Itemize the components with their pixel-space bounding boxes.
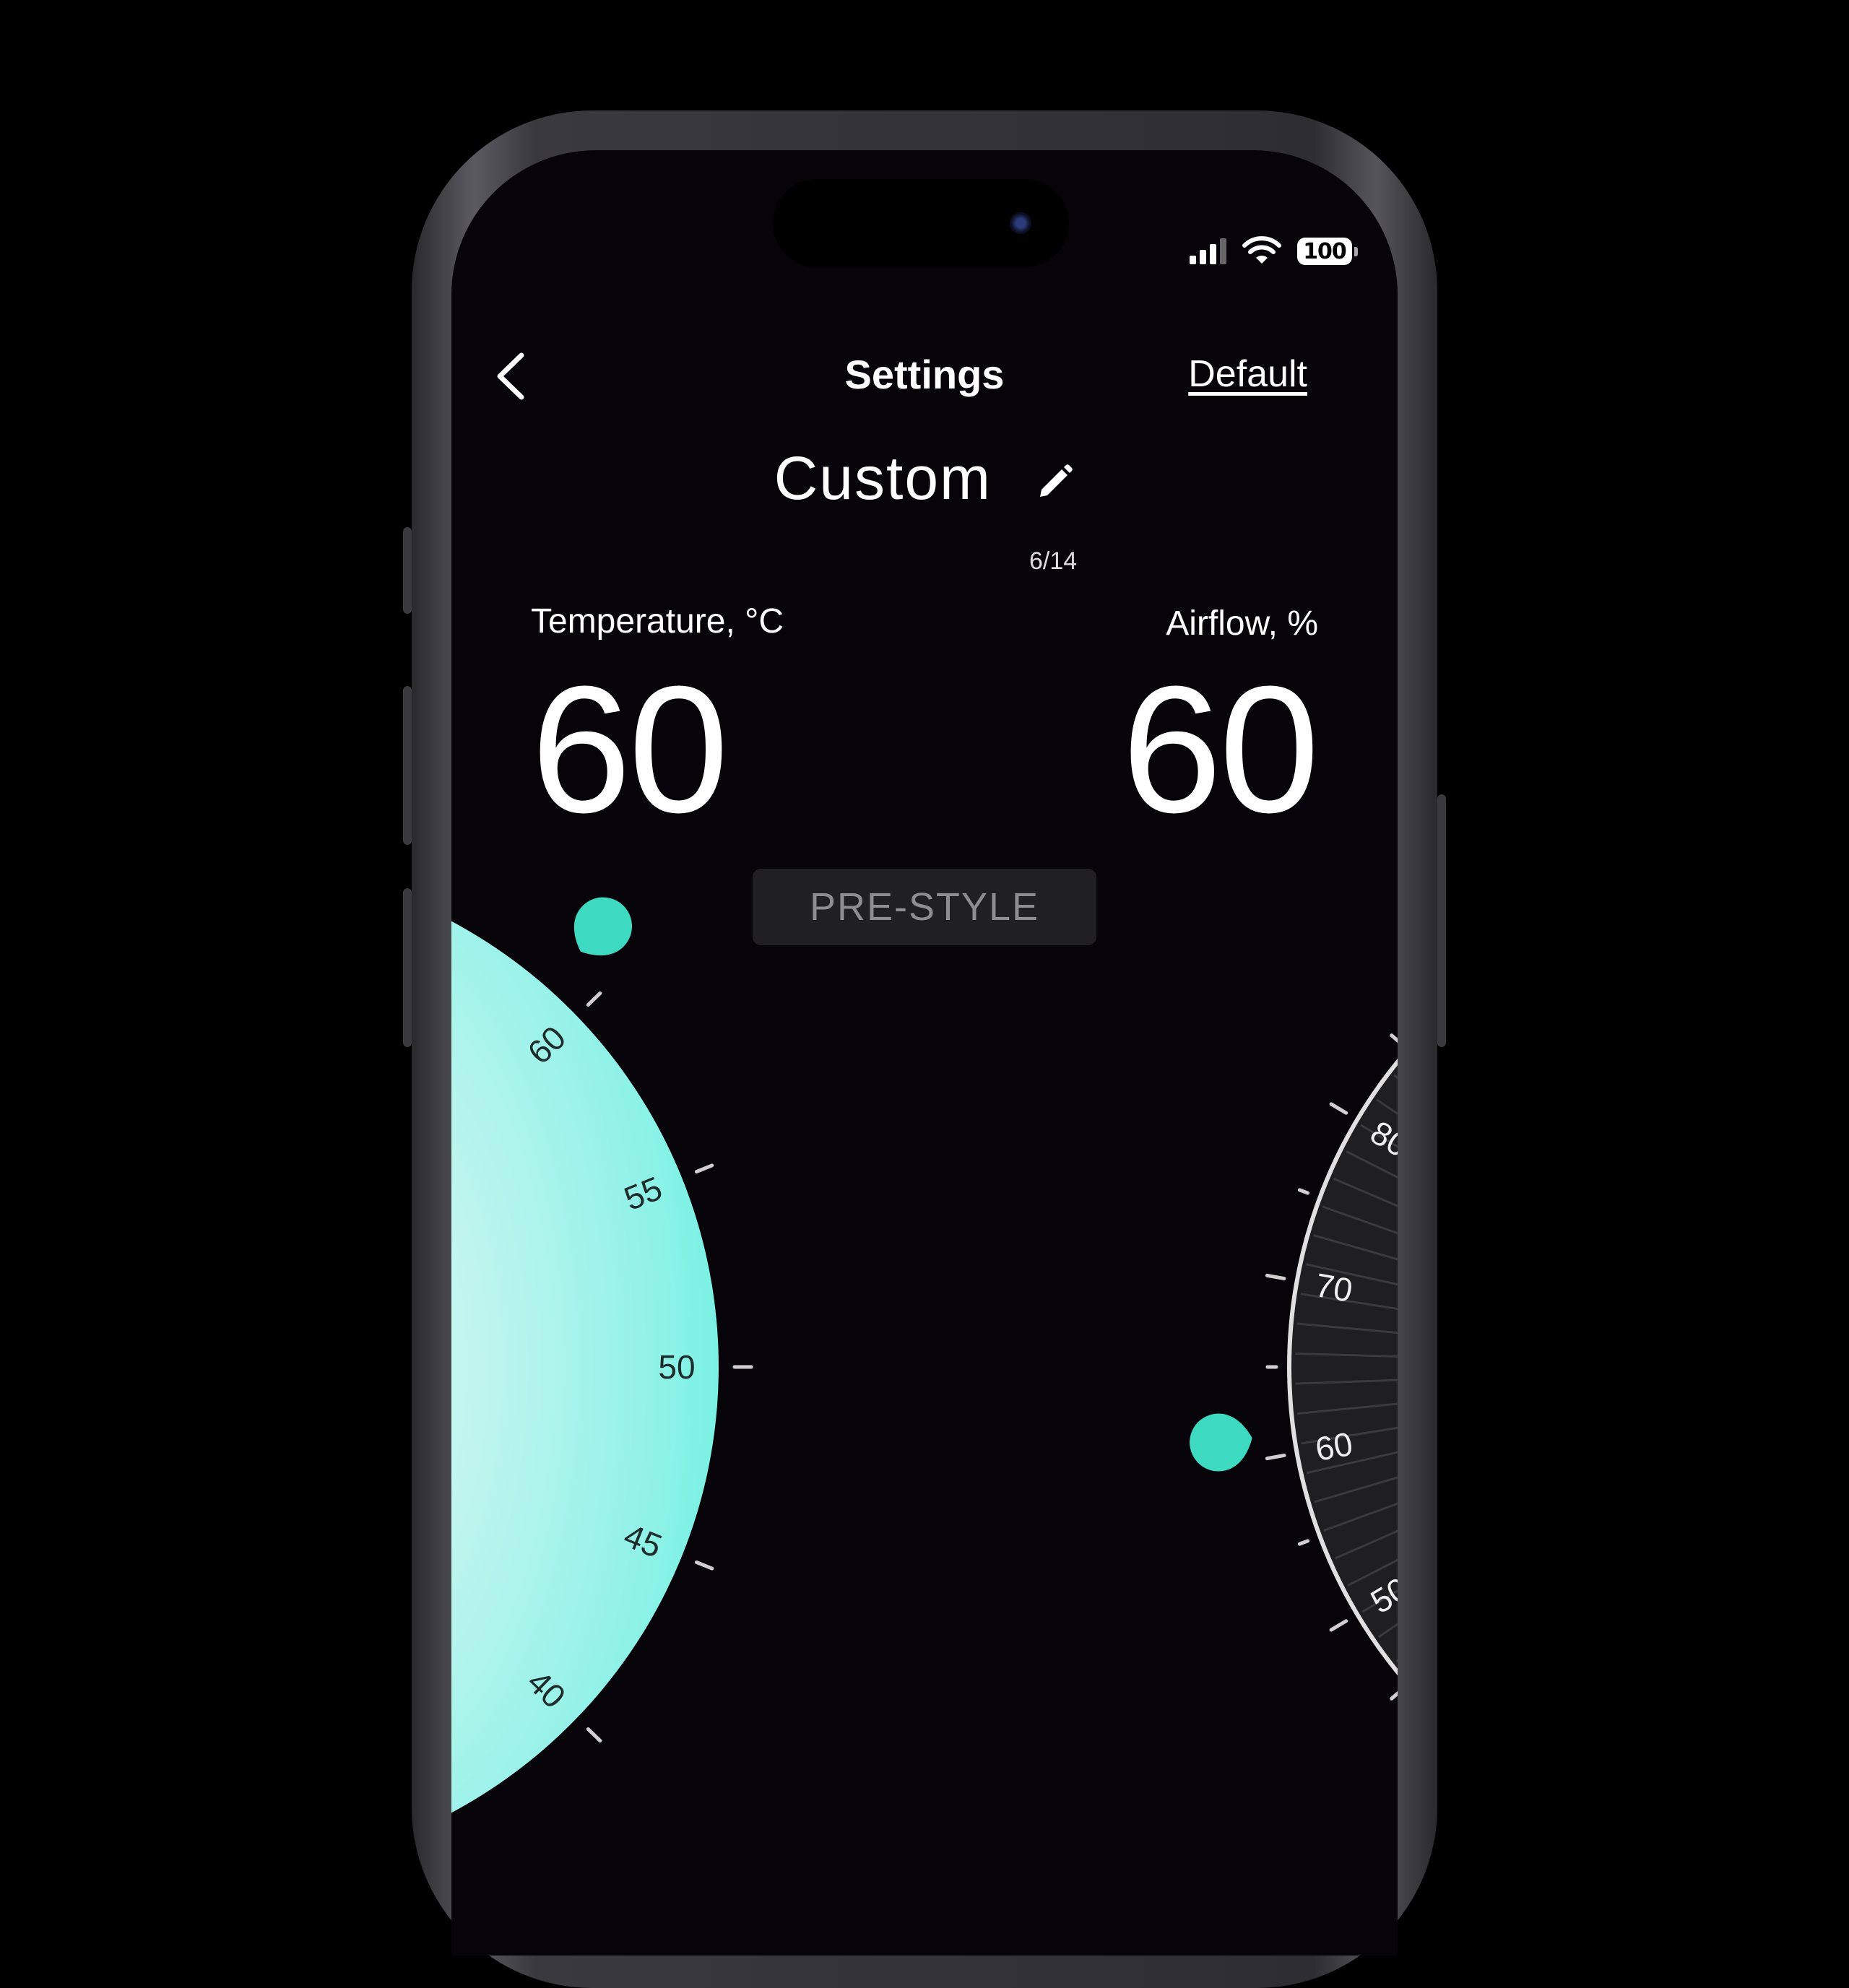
app-screen: 100 Settings Default Custom 6/14 Tempera… [451, 150, 1398, 1956]
temperature-tick [694, 1163, 714, 1174]
power-button [1437, 794, 1446, 1047]
airflow-dial-label: 60 [1312, 1425, 1356, 1468]
temperature-knob-shape[interactable] [559, 885, 644, 971]
airflow-tick [1390, 1033, 1398, 1043]
airflow-tick [1329, 1102, 1348, 1115]
airflow-tick [1329, 1619, 1348, 1632]
temperature-knob[interactable] [559, 885, 644, 971]
temperature-tick [694, 1560, 714, 1571]
airflow-tick [1297, 1188, 1310, 1195]
temperature-tick [586, 1727, 602, 1743]
temperature-tick [586, 991, 602, 1007]
airflow-knob-shape[interactable] [1186, 1410, 1256, 1475]
airflow-tick [1390, 1691, 1398, 1701]
airflow-dial[interactable] [1289, 907, 1398, 1827]
airflow-tick [1297, 1539, 1310, 1546]
airflow-dial-label: 70 [1312, 1266, 1356, 1309]
volume-down-button [403, 888, 412, 1047]
dials-layer: 30354045505560657075COOL3040506070809010… [451, 885, 1398, 1827]
airflow-knob[interactable] [1186, 1410, 1256, 1475]
airflow-tick [1265, 1273, 1286, 1281]
action-button [403, 527, 412, 614]
airflow-tick [1265, 1453, 1286, 1461]
volume-up-button [403, 686, 412, 845]
temperature-dial-label: 50 [658, 1348, 695, 1386]
